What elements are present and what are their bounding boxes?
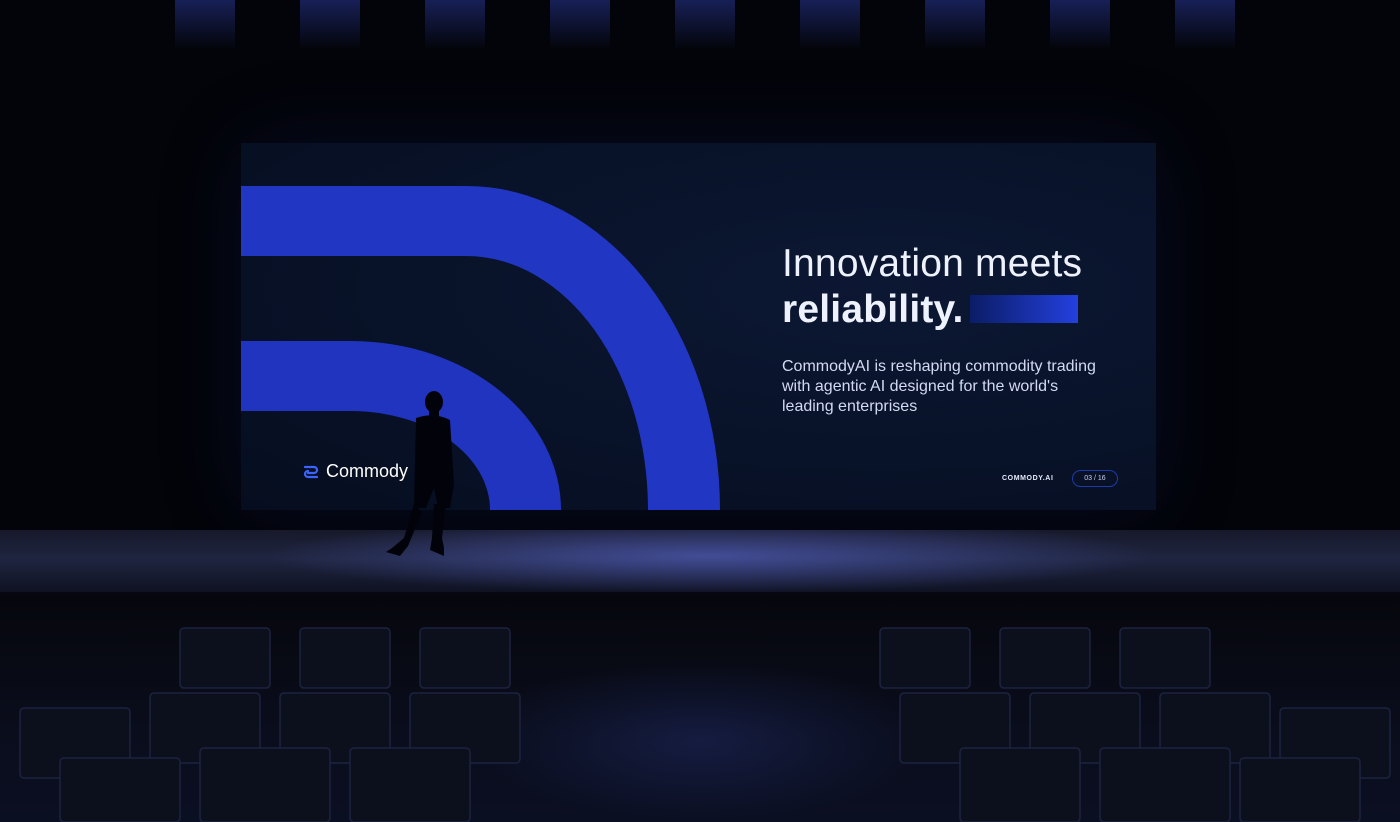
ceiling-light	[1050, 0, 1110, 48]
ceiling-light	[425, 0, 485, 48]
theater-scene: Innovation meets reliability. CommodyAI …	[0, 0, 1400, 822]
slide-body-text: CommodyAI is reshaping commodity trading…	[782, 358, 1096, 415]
ceiling-light	[800, 0, 860, 48]
page-indicator: 03 / 16	[1072, 470, 1118, 487]
ceiling-light	[300, 0, 360, 48]
chair	[179, 627, 271, 689]
ceiling-light	[925, 0, 985, 48]
chair	[999, 627, 1091, 689]
ceiling-light	[1175, 0, 1235, 48]
ceiling-light	[175, 0, 235, 48]
chair	[1239, 757, 1361, 822]
footer-url: COMMODY.AI	[1002, 475, 1054, 482]
audience-chairs	[19, 627, 1391, 822]
commody-logo-icon	[303, 465, 319, 478]
chair	[199, 747, 331, 822]
ceiling-light	[675, 0, 735, 48]
ceiling-lights	[0, 0, 1400, 60]
chair	[1119, 627, 1211, 689]
chair	[349, 747, 471, 822]
accent-bar	[970, 295, 1078, 323]
chair	[1099, 747, 1231, 822]
presenter-silhouette	[386, 391, 454, 556]
headline-line-1: Innovation meets	[782, 242, 1083, 285]
chair	[419, 627, 511, 689]
chair	[879, 627, 971, 689]
chair	[299, 627, 391, 689]
chair	[59, 757, 181, 822]
ceiling-light	[550, 0, 610, 48]
chair	[959, 747, 1081, 822]
